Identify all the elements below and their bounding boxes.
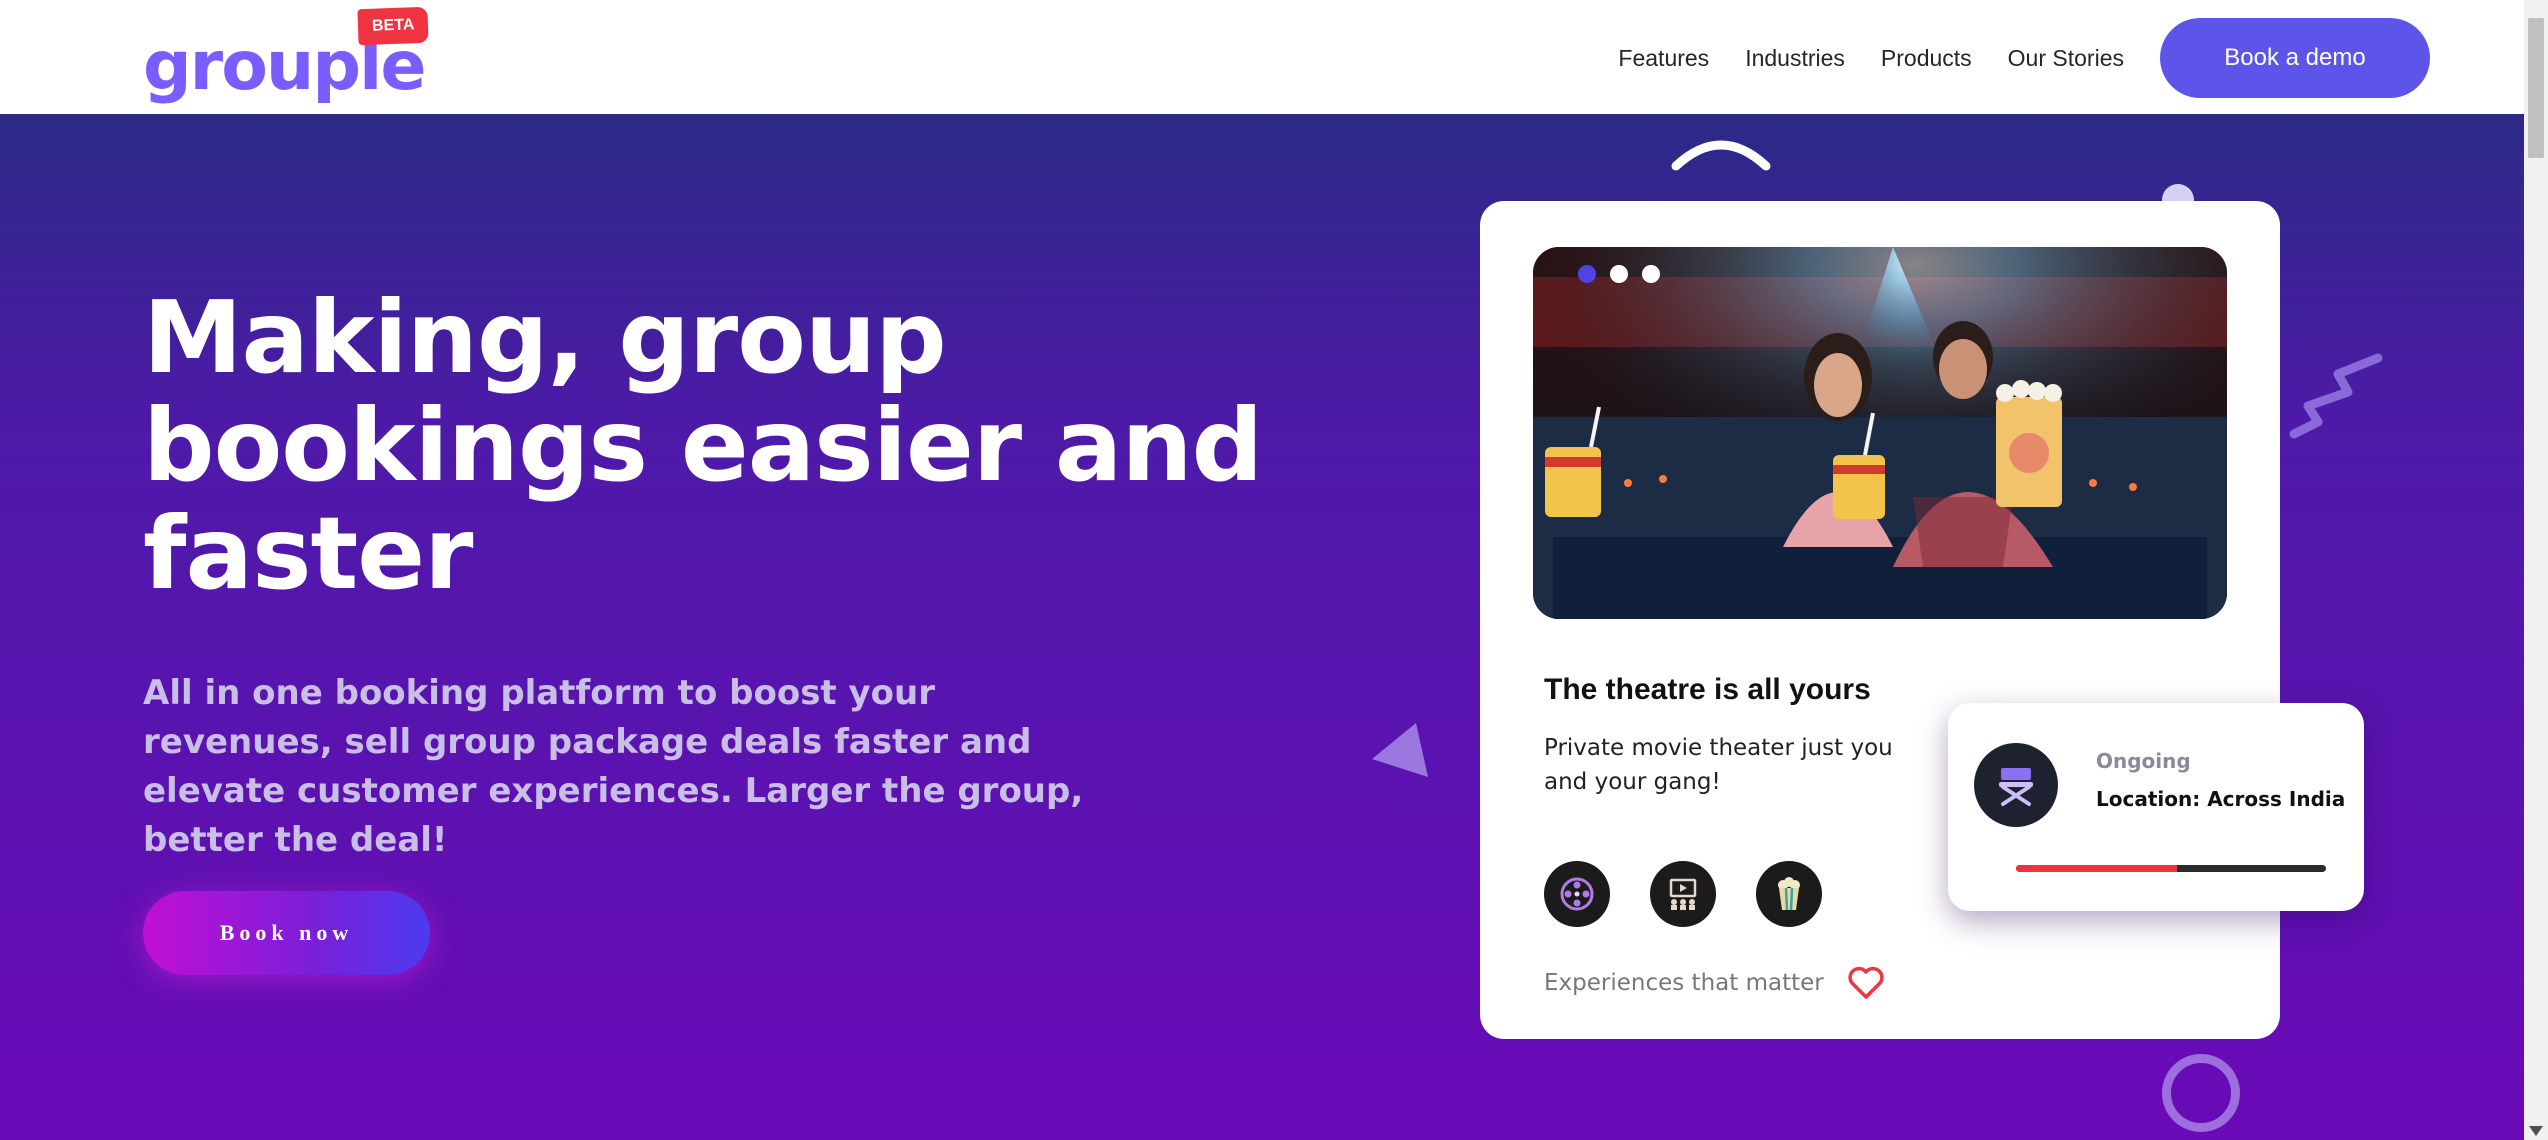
card-footer: Experiences that matter	[1544, 966, 1884, 1000]
status-card: Ongoing Location: Across India	[1948, 703, 2364, 911]
nav-our-stories[interactable]: Our Stories	[2008, 45, 2124, 72]
experience-card: The theatre is all yours Private movie t…	[1480, 201, 2280, 1039]
triangle-decoration-icon	[1372, 723, 1428, 777]
status-location: Location: Across India	[2096, 787, 2346, 811]
film-reel-icon	[1544, 861, 1610, 927]
scroll-down-arrow-icon[interactable]	[2529, 1126, 2543, 1136]
nav-industries[interactable]: Industries	[1745, 45, 1845, 72]
status-label: Ongoing	[2096, 749, 2191, 773]
ring-decoration-icon	[2162, 1054, 2240, 1132]
card-icon-row	[1544, 861, 1862, 927]
cinema-screen-icon	[1650, 861, 1716, 927]
card-footer-text: Experiences that matter	[1544, 970, 1824, 996]
book-demo-button[interactable]: Book a demo	[2160, 18, 2430, 98]
arc-decoration-icon	[1671, 140, 1771, 171]
carousel-dot-3[interactable]	[1642, 265, 1660, 283]
carousel-dot-2[interactable]	[1610, 265, 1628, 283]
main-nav: Features Industries Products Our Stories…	[1618, 18, 2430, 98]
heart-icon[interactable]	[1848, 966, 1884, 1000]
cinema-couple-image	[1533, 247, 2227, 619]
directors-chair-icon	[1974, 743, 2058, 827]
beta-badge: BETA	[357, 6, 429, 46]
hero-headline: Making, group bookings easier and faster	[143, 279, 1263, 612]
site-header: grouple BETA Features Industries Product…	[0, 0, 2524, 114]
status-progress-bar	[2016, 865, 2326, 872]
card-description: Private movie theater just you and your …	[1544, 735, 1893, 795]
zigzag-decoration-icon	[2289, 353, 2383, 439]
card-title: The theatre is all yours	[1544, 673, 1871, 706]
nav-products[interactable]: Products	[1881, 45, 1972, 72]
scrollbar-thumb[interactable]	[2528, 18, 2544, 158]
popcorn-icon	[1756, 861, 1822, 927]
carousel-dots	[1578, 265, 1674, 283]
cinema-photo-illustration	[1533, 247, 2227, 619]
hero-section: Making, group bookings easier and faster…	[0, 114, 2524, 1140]
hero-subtext: All in one booking platform to boost you…	[143, 673, 1084, 860]
carousel-dot-1[interactable]	[1578, 265, 1596, 283]
book-now-button[interactable]: Book now	[143, 891, 430, 975]
nav-features[interactable]: Features	[1618, 45, 1709, 72]
status-progress-fill	[2016, 865, 2178, 872]
page-scrollbar[interactable]	[2524, 0, 2548, 1140]
